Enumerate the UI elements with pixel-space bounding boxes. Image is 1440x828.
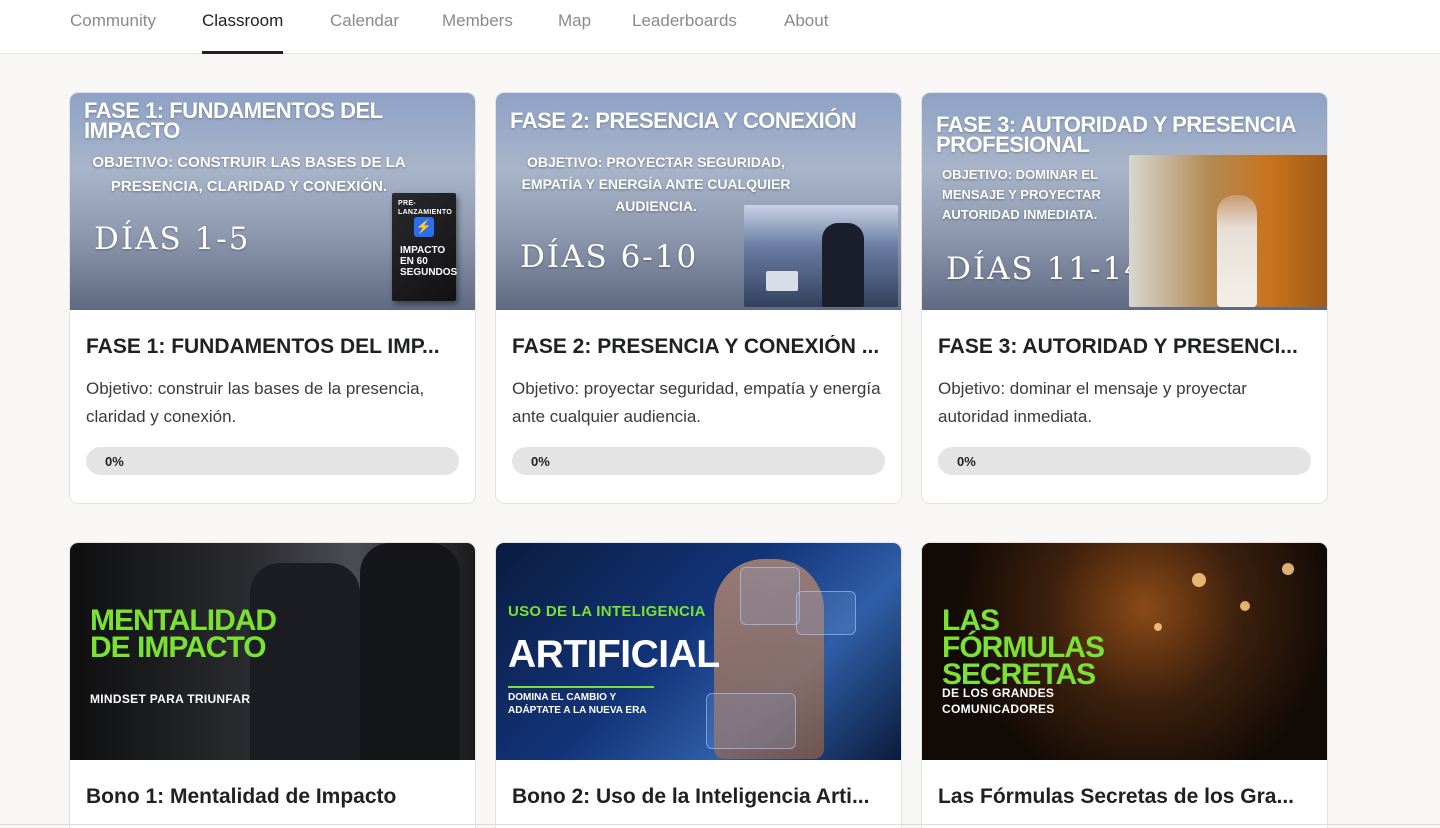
glass-panel: [796, 591, 856, 635]
course-card-fase-2[interactable]: FASE 2: PRESENCIA Y CONEXIÓN OBJETIVO: P…: [495, 92, 902, 504]
bokeh-light: [1240, 601, 1250, 611]
laptop-figure: [766, 271, 798, 291]
progress-bar: 0%: [86, 447, 459, 475]
tab-map[interactable]: Map: [558, 10, 591, 54]
book-tag: PRE-LANZAMIENTO: [398, 200, 453, 216]
course-cover-image: FASE 3: AUTORIDAD Y PRESENCIA PROFESIONA…: [922, 93, 1327, 310]
cover-heading: ARTIFICIAL: [508, 633, 720, 676]
course-title: FASE 2: PRESENCIA Y CONEXIÓN ...: [512, 335, 880, 358]
course-card-bono-1[interactable]: MENTALIDAD DE IMPACTO MINDSET PARA TRIUN…: [69, 542, 476, 828]
tab-community[interactable]: Community: [70, 10, 156, 54]
progress-bar: 0%: [512, 447, 885, 475]
cover-objective: OBJETIVO: DOMINAR EL MENSAJE Y PROYECTAR…: [942, 167, 1101, 222]
lightning-icon: ⚡: [414, 217, 434, 237]
divider: [508, 686, 654, 688]
man-figure: [360, 543, 460, 760]
glass-panel: [740, 567, 800, 625]
bokeh-light: [1282, 563, 1294, 575]
cover-kicker: USO DE LA INTELIGENCIA: [508, 603, 706, 620]
course-cover-image: USO DE LA INTELIGENCIA ARTIFICIAL DOMINA…: [496, 543, 901, 760]
course-description: Objetivo: construir las bases de la pres…: [86, 379, 425, 426]
book-cover-image: PRE-LANZAMIENTO ⚡ IMPACTO EN 60 SEGUNDOS: [392, 193, 458, 301]
cover-days: DÍAS 11-14: [946, 251, 1146, 287]
progress-label: 0%: [531, 454, 550, 469]
cover-objective: OBJETIVO: CONSTRUIR LAS BASES DE LA PRES…: [92, 154, 406, 195]
cover-heading: FASE 3: AUTORIDAD Y PRESENCIA PROFESIONA…: [936, 112, 1296, 157]
course-title: Bono 2: Uso de la Inteligencia Arti...: [512, 785, 870, 808]
course-cover-image: MENTALIDAD DE IMPACTO MINDSET PARA TRIUN…: [70, 543, 475, 760]
audience-photo: [744, 205, 898, 307]
tab-leaderboards[interactable]: Leaderboards: [632, 10, 737, 54]
man-figure: [250, 563, 360, 760]
cover-heading: LAS FÓRMULAS SECRETAS: [942, 604, 1105, 691]
course-card-fase-1[interactable]: FASE 1: FUNDAMENTOS DEL IMPACTO OBJETIVO…: [69, 92, 476, 504]
course-description: Objetivo: proyectar seguridad, empatía y…: [512, 379, 881, 426]
course-card-formulas[interactable]: LAS FÓRMULAS SECRETAS DE LOS GRANDES COM…: [921, 542, 1328, 828]
cover-subheading: DE LOS GRANDES COMUNICADORES: [942, 686, 1055, 716]
course-card-fase-3[interactable]: FASE 3: AUTORIDAD Y PRESENCIA PROFESIONA…: [921, 92, 1328, 504]
tab-about[interactable]: About: [784, 10, 828, 54]
bokeh-light: [1192, 573, 1206, 587]
cover-days: DÍAS 1-5: [94, 221, 251, 257]
cover-subheading: DOMINA EL CAMBIO Y ADÁPTATE A LA NUEVA E…: [508, 692, 647, 716]
progress-label: 0%: [957, 454, 976, 469]
bottom-divider: [0, 824, 1440, 825]
book-title: IMPACTO EN 60 SEGUNDOS: [400, 245, 458, 278]
cover-subheading: MINDSET PARA TRIUNFAR: [90, 692, 251, 706]
cover-heading: MENTALIDAD DE IMPACTO: [90, 604, 277, 664]
cover-heading: FASE 2: PRESENCIA Y CONEXIÓN: [510, 108, 857, 133]
course-card-bono-2[interactable]: USO DE LA INTELIGENCIA ARTIFICIAL DOMINA…: [495, 542, 902, 828]
top-nav: Community Classroom Calendar Members Map…: [0, 0, 1440, 54]
course-description: Objetivo: dominar el mensaje y proyectar…: [938, 379, 1247, 426]
course-cover-image: FASE 2: PRESENCIA Y CONEXIÓN OBJETIVO: P…: [496, 93, 901, 310]
cover-days: DÍAS 6-10: [520, 239, 699, 275]
tab-calendar[interactable]: Calendar: [330, 10, 399, 54]
progress-bar: 0%: [938, 447, 1311, 475]
tab-members[interactable]: Members: [442, 10, 513, 54]
tab-classroom[interactable]: Classroom: [202, 10, 284, 54]
glass-panel: [706, 693, 796, 749]
course-cover-image: LAS FÓRMULAS SECRETAS DE LOS GRANDES COM…: [922, 543, 1327, 760]
speaker-figure: [1217, 195, 1257, 307]
speaker-photo: [1129, 155, 1327, 307]
speaker-figure: [822, 223, 864, 307]
course-cover-image: FASE 1: FUNDAMENTOS DEL IMPACTO OBJETIVO…: [70, 93, 475, 310]
course-title: FASE 1: FUNDAMENTOS DEL IMP...: [86, 335, 440, 358]
progress-label: 0%: [105, 454, 124, 469]
course-title: Las Fórmulas Secretas de los Gra...: [938, 785, 1294, 808]
course-title: Bono 1: Mentalidad de Impacto: [86, 785, 397, 808]
course-title: FASE 3: AUTORIDAD Y PRESENCI...: [938, 335, 1298, 358]
cover-heading: FASE 1: FUNDAMENTOS DEL IMPACTO: [84, 98, 383, 143]
